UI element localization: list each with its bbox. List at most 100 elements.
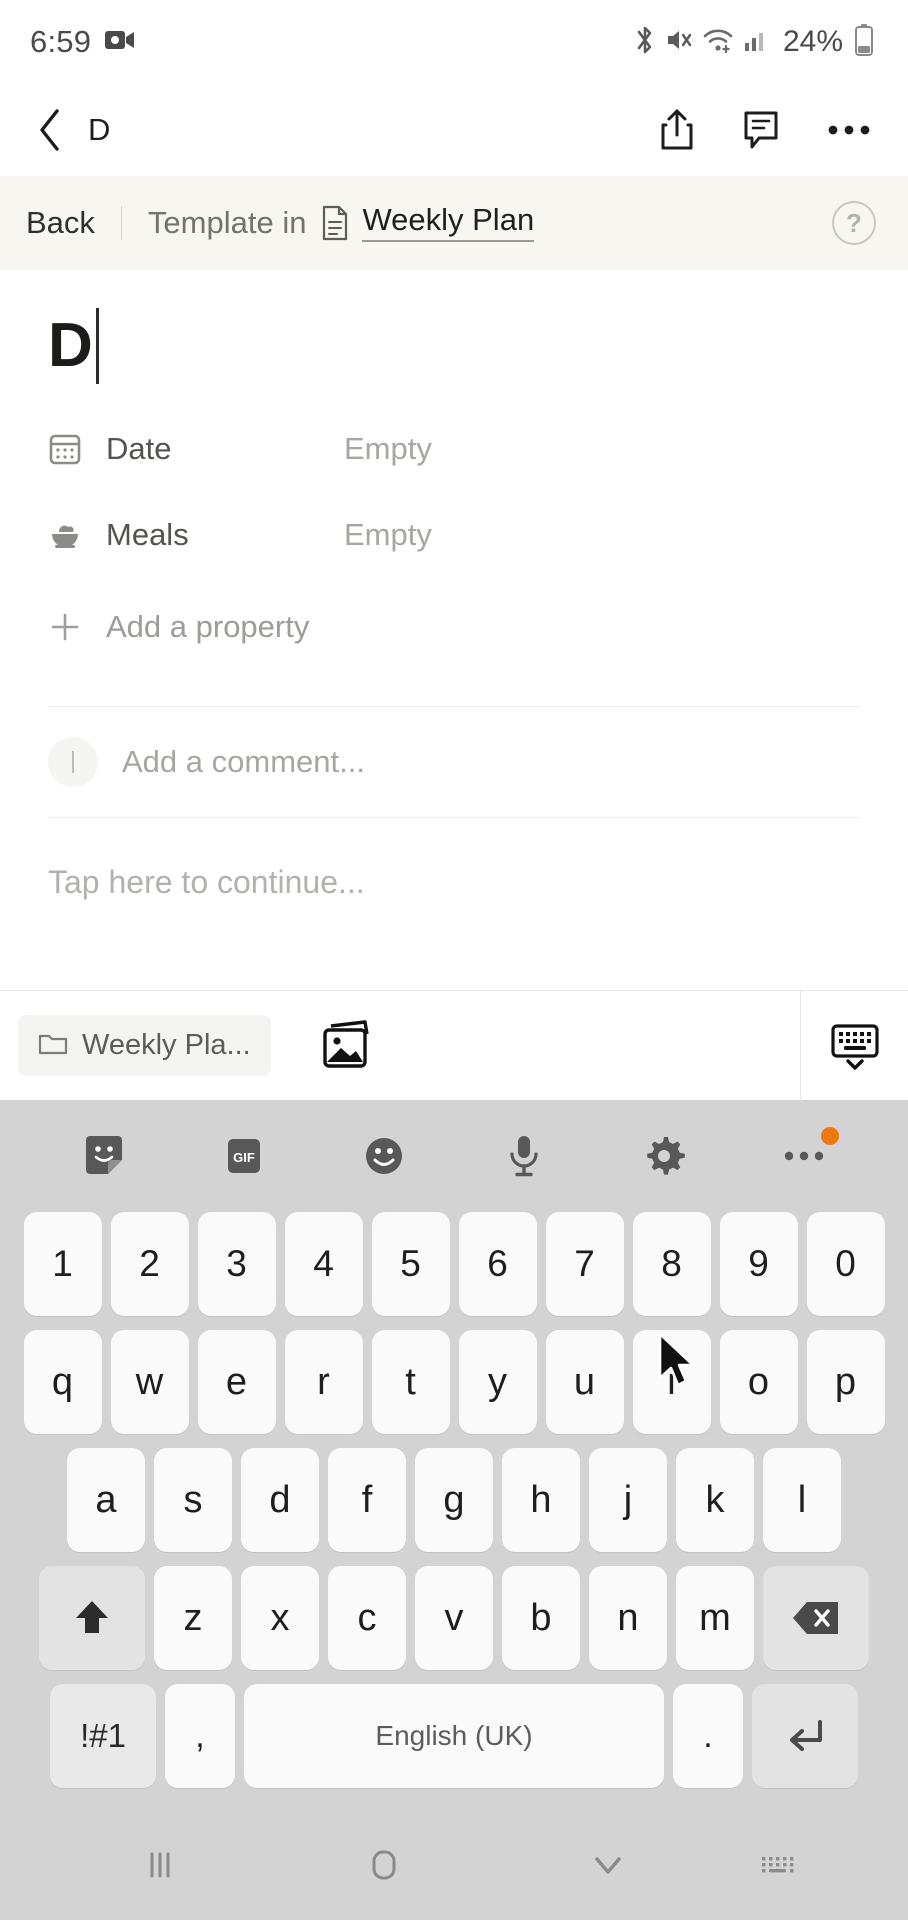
- gif-button[interactable]: GIF: [209, 1121, 279, 1191]
- recents-button[interactable]: [60, 1844, 260, 1886]
- key-1[interactable]: 1: [23, 1212, 102, 1316]
- key-n[interactable]: n: [589, 1566, 667, 1670]
- page-title-header: D: [88, 112, 111, 147]
- gallery-button[interactable]: [317, 1016, 377, 1076]
- chevron-left-icon: [40, 109, 59, 151]
- period-key[interactable]: .: [673, 1684, 743, 1788]
- key-8[interactable]: 8: [632, 1212, 711, 1316]
- shift-icon: [76, 1601, 108, 1633]
- enter-key[interactable]: [752, 1684, 858, 1788]
- settings-gear-icon: [647, 1137, 685, 1175]
- key-q[interactable]: q: [23, 1330, 102, 1434]
- keyboard-row-space: !#1 , English (UK) .: [0, 1684, 908, 1788]
- status-bar-left: 6:59: [30, 24, 135, 60]
- page-title-row[interactable]: D: [48, 270, 860, 406]
- battery-percent-label: 24%: [782, 25, 843, 58]
- key-y[interactable]: y: [458, 1330, 537, 1434]
- hide-keyboard-button[interactable]: [800, 990, 908, 1101]
- property-value-date[interactable]: Empty: [344, 431, 432, 467]
- key-3[interactable]: 3: [197, 1212, 276, 1316]
- banner-divider: [120, 206, 122, 240]
- status-clock: 6:59: [30, 24, 92, 59]
- share-button[interactable]: [652, 105, 702, 155]
- home-button[interactable]: [260, 1843, 508, 1887]
- symbols-key[interactable]: !#1: [50, 1684, 156, 1788]
- key-c[interactable]: c: [328, 1566, 406, 1670]
- key-x[interactable]: x: [241, 1566, 319, 1670]
- shift-key[interactable]: [39, 1566, 145, 1670]
- comment-divider: [48, 817, 860, 818]
- body-placeholder[interactable]: Tap here to continue...: [48, 864, 860, 901]
- key-z[interactable]: z: [154, 1566, 232, 1670]
- battery-icon: [854, 23, 874, 61]
- help-icon[interactable]: ?: [832, 201, 876, 245]
- emoji-button[interactable]: [349, 1121, 419, 1191]
- key-7[interactable]: 7: [545, 1212, 624, 1316]
- key-m[interactable]: m: [676, 1566, 754, 1670]
- backspace-key[interactable]: [763, 1566, 869, 1670]
- page-content: D Date Empty Meals Empty Add a property …: [0, 270, 908, 990]
- settings-button[interactable]: [629, 1121, 699, 1191]
- keyboard-toolbar: GIF: [0, 1100, 908, 1212]
- bowl-icon: [48, 518, 94, 552]
- keyboard-row-home: a s d f g h j k l: [0, 1448, 908, 1552]
- add-comment-row[interactable]: Add a comment...: [48, 707, 860, 817]
- key-u[interactable]: u: [545, 1330, 624, 1434]
- key-a[interactable]: a: [67, 1448, 145, 1552]
- key-b[interactable]: b: [502, 1566, 580, 1670]
- comment-button[interactable]: [738, 105, 788, 155]
- key-f[interactable]: f: [328, 1448, 406, 1552]
- keyboard-row-numbers: 1 2 3 4 5 6 7 8 9 0: [0, 1212, 908, 1316]
- microphone-icon: [510, 1136, 538, 1177]
- property-row-meals[interactable]: Meals Empty: [48, 492, 860, 578]
- key-p[interactable]: p: [806, 1330, 885, 1434]
- key-j[interactable]: j: [589, 1448, 667, 1552]
- keyboard-row-bottom: z x c v b n m: [0, 1566, 908, 1670]
- key-9[interactable]: 9: [719, 1212, 798, 1316]
- key-t[interactable]: t: [371, 1330, 450, 1434]
- key-d[interactable]: d: [241, 1448, 319, 1552]
- key-5[interactable]: 5: [371, 1212, 450, 1316]
- key-2[interactable]: 2: [110, 1212, 189, 1316]
- more-options-button[interactable]: [824, 105, 874, 155]
- svg-text:GIF: GIF: [233, 1150, 255, 1165]
- property-row-date[interactable]: Date Empty: [48, 406, 860, 492]
- keyboard-switch-button[interactable]: [708, 1849, 848, 1881]
- plus-icon: [48, 610, 94, 644]
- keyboard-more-button[interactable]: [769, 1121, 839, 1191]
- space-key[interactable]: English (UK): [244, 1684, 664, 1788]
- key-0[interactable]: 0: [806, 1212, 885, 1316]
- editor-toolbar: Weekly Pla...: [0, 990, 908, 1101]
- microphone-button[interactable]: [489, 1121, 559, 1191]
- key-g[interactable]: g: [415, 1448, 493, 1552]
- key-s[interactable]: s: [154, 1448, 232, 1552]
- key-i[interactable]: i: [632, 1330, 711, 1434]
- template-context-label: Template in: [147, 205, 307, 240]
- template-destination-link[interactable]: Weekly Plan: [362, 204, 535, 242]
- add-property-button[interactable]: Add a property: [48, 584, 860, 670]
- sticker-button[interactable]: [69, 1121, 139, 1191]
- bluetooth-icon: [634, 25, 656, 60]
- dismiss-keyboard-button[interactable]: [508, 1849, 708, 1881]
- key-l[interactable]: l: [763, 1448, 841, 1552]
- key-4[interactable]: 4: [284, 1212, 363, 1316]
- key-k[interactable]: k: [676, 1448, 754, 1552]
- key-w[interactable]: w: [110, 1330, 189, 1434]
- key-e[interactable]: e: [197, 1330, 276, 1434]
- status-bar: 6:59 24%: [0, 0, 908, 84]
- comma-key[interactable]: ,: [165, 1684, 235, 1788]
- page-title[interactable]: D: [48, 315, 93, 377]
- header-actions: [652, 105, 874, 155]
- key-6[interactable]: 6: [458, 1212, 537, 1316]
- key-h[interactable]: h: [502, 1448, 580, 1552]
- property-value-meals[interactable]: Empty: [344, 517, 432, 553]
- back-button[interactable]: [22, 102, 78, 158]
- template-back-button[interactable]: Back: [26, 205, 95, 241]
- key-o[interactable]: o: [719, 1330, 798, 1434]
- comment-placeholder[interactable]: Add a comment...: [122, 744, 365, 780]
- breadcrumb-chip[interactable]: Weekly Pla...: [18, 1015, 271, 1076]
- key-v[interactable]: v: [415, 1566, 493, 1670]
- key-r[interactable]: r: [284, 1330, 363, 1434]
- calendar-icon: [48, 432, 94, 466]
- more-options-icon: [828, 125, 870, 135]
